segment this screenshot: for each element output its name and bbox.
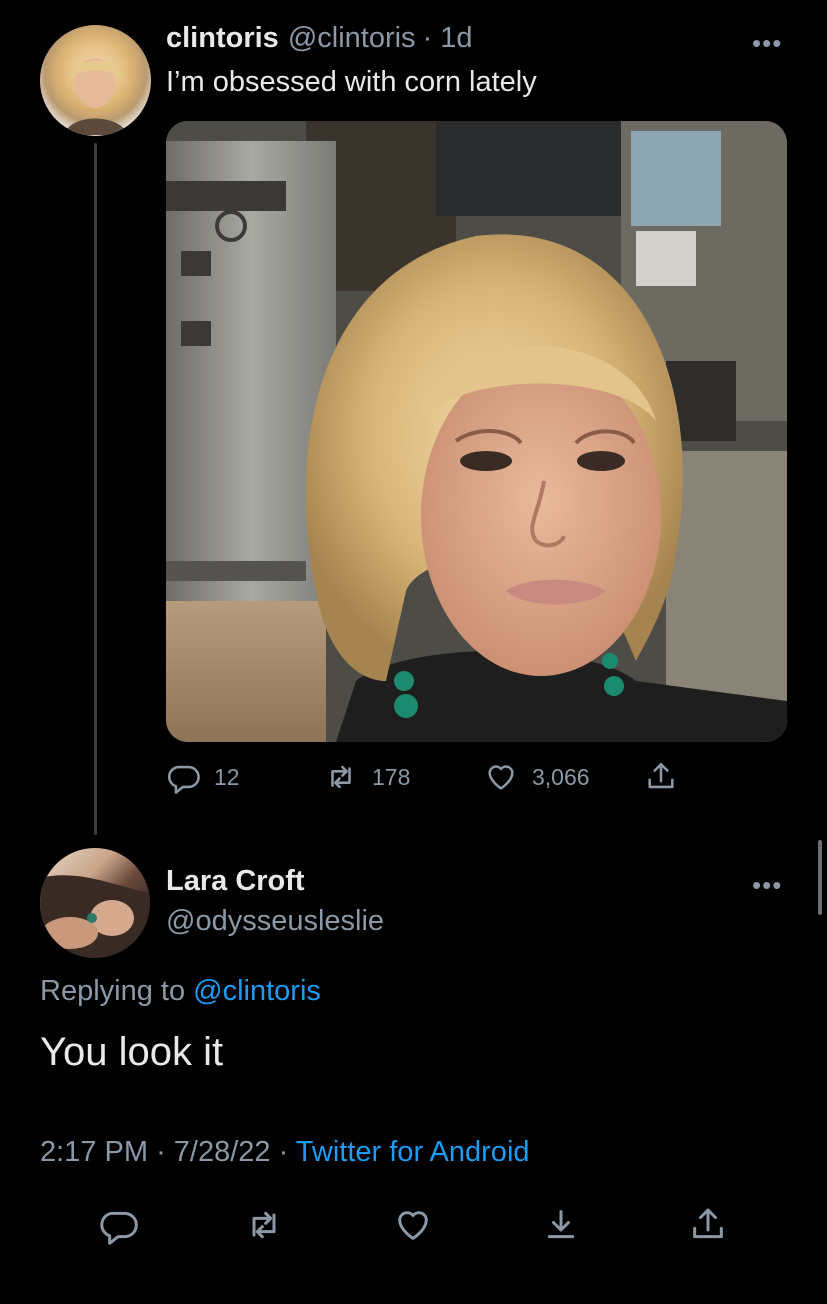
tweet-media-image[interactable]: [166, 121, 787, 742]
tweet-more-icon[interactable]: •••: [752, 28, 782, 59]
reply-date[interactable]: · 7/28/22 ·: [156, 1136, 288, 1168]
tweet-author-handle[interactable]: @clintoris: [288, 22, 416, 55]
replying-to-prefix: Replying to: [40, 975, 186, 1007]
avatar-portrait: [40, 875, 150, 958]
tweet-text: I’m obsessed with corn lately: [166, 66, 537, 98]
reply-author-name[interactable]: Lara Croft: [166, 865, 305, 898]
thread-connector-line: [94, 143, 97, 835]
retweet-count: 178: [372, 763, 411, 790]
reply-icon[interactable]: [98, 1205, 138, 1245]
photo-illustration: [166, 121, 787, 742]
like-icon[interactable]: [393, 1205, 433, 1245]
reply-count: 12: [214, 763, 240, 790]
share-button[interactable]: [644, 760, 692, 794]
share-icon: [648, 762, 674, 789]
reply-timestamp: 2:17 PM · 7/28/22 · Twitter for Android: [40, 1136, 530, 1169]
retweet-icon: [331, 765, 351, 789]
tweet-header: clintoris @clintoris · 1d: [166, 22, 473, 55]
tweet-author-avatar[interactable]: [40, 25, 151, 136]
like-count: 3,066: [532, 763, 590, 790]
replying-to-line: Replying to @clintoris: [40, 975, 321, 1008]
share-icon[interactable]: [688, 1205, 728, 1245]
like-button[interactable]: 3,066: [484, 760, 590, 794]
reply-author-avatar[interactable]: [40, 848, 150, 958]
tweet-time-ago[interactable]: · 1d: [423, 22, 473, 55]
scrollbar-thumb[interactable]: [818, 840, 822, 915]
reply-more-icon[interactable]: •••: [752, 870, 782, 901]
reply-author-handle[interactable]: @odysseusleslie: [166, 905, 384, 938]
reply-time[interactable]: 2:17 PM: [40, 1136, 148, 1168]
retweet-button[interactable]: 178: [324, 760, 410, 794]
reply-source[interactable]: Twitter for Android: [296, 1136, 530, 1168]
like-icon: [488, 765, 514, 790]
avatar-portrait: [64, 58, 128, 135]
reply-button[interactable]: 12: [166, 760, 240, 794]
replying-to-handle[interactable]: @clintoris: [193, 975, 321, 1007]
tweet-author-name[interactable]: clintoris: [166, 22, 279, 55]
retweet-icon[interactable]: [244, 1205, 284, 1245]
reply-icon: [167, 765, 200, 794]
reply-text: You look it: [40, 1030, 224, 1074]
bookmark-icon[interactable]: [541, 1205, 581, 1245]
